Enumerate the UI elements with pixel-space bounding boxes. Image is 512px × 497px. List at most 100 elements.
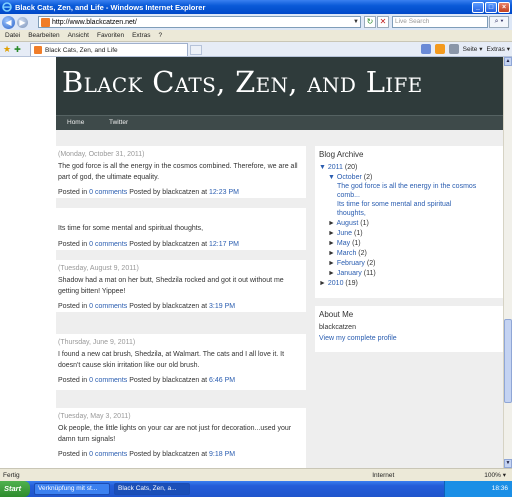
stop-button[interactable]: ✕ [377,16,389,28]
archive-month-october[interactable]: ▼ October (2) [319,173,499,183]
forward-button[interactable]: ▶ [17,16,28,28]
post-date: (Monday, October 31, 2011) [58,151,145,158]
posted-by-label: Posted by blackcatzen at [129,189,208,196]
menu-extras[interactable]: Extras [132,32,150,39]
archive-post-link[interactable]: The god force is all the energy in the c… [319,183,499,200]
address-field[interactable]: http://www.blackcatzen.net/ ▼ [38,16,361,28]
page-viewport: Black Cats, Zen, and Life Home Twitter (… [0,57,503,468]
maximize-button[interactable]: □ [485,1,497,13]
expand-arrow-icon[interactable]: ► [328,220,335,227]
expand-arrow-icon[interactable]: ► [328,260,335,267]
menu-ansicht[interactable]: Ansicht [68,32,89,39]
archive-month-february[interactable]: ► February (2) [319,259,499,269]
address-url[interactable]: http://www.blackcatzen.net/ [52,19,352,26]
archive-month-june[interactable]: ► June (1) [319,229,499,239]
start-button[interactable]: Start [0,481,30,497]
archive-year-link[interactable]: 2011 [328,164,343,171]
post-time-link[interactable]: 12:17 PM [209,241,239,248]
archive-year-2010[interactable]: ► 2010 (19) [319,279,499,289]
menu-help[interactable]: ? [159,32,163,39]
new-tab-button[interactable] [190,45,202,55]
comments-link[interactable]: 0 comments [89,189,127,196]
archive-year-2011[interactable]: ▼ 2011 (20) [319,163,499,173]
blog-title[interactable]: Black Cats, Zen, and Life [62,65,423,99]
expand-arrow-icon[interactable]: ► [328,230,335,237]
post-date: (Tuesday, May 3, 2011) [58,413,131,420]
post-time-link[interactable]: 6:46 PM [209,377,235,384]
post-time-link[interactable]: 9:18 PM [209,451,235,458]
blog-nav: Home Twitter [56,115,503,130]
taskbar-item-browser[interactable]: Black Cats, Zen, a... [114,483,190,495]
search-button[interactable]: ⌕ ▾ [489,16,509,28]
archive-month-link[interactable]: February [337,260,365,267]
archive-month-link[interactable]: May [337,240,350,247]
archive-month-link[interactable]: March [337,250,356,257]
zoom-level[interactable]: 100% ▾ [484,471,506,479]
minimize-button[interactable]: _ [472,1,484,13]
comments-link[interactable]: 0 comments [89,377,127,384]
system-clock: 18:36 [444,481,512,497]
archive-count: (2) [358,250,367,257]
expand-arrow-icon[interactable]: ▼ [319,164,326,171]
search-input[interactable]: Live Search [392,16,488,28]
posted-in-label: Posted in [58,240,88,248]
vertical-scrollbar[interactable]: ▲ ▼ [503,57,512,468]
expand-arrow-icon[interactable]: ► [328,270,335,277]
print-icon[interactable] [448,44,459,54]
rss-feed-icon[interactable] [434,44,445,54]
archive-month-january[interactable]: ► January (11) [319,269,499,279]
archive-month-march[interactable]: ► March (2) [319,249,499,259]
menu-favoriten[interactable]: Favoriten [97,32,124,39]
back-button[interactable]: ◀ [2,15,15,29]
chevron-down-icon[interactable]: ▼ [352,19,360,25]
tab-black-cats[interactable]: Black Cats, Zen, and Life [30,43,188,56]
view-profile-link[interactable]: View my complete profile [319,335,397,342]
expand-arrow-icon[interactable]: ► [328,240,335,247]
post-time-link[interactable]: 3:19 PM [209,303,235,310]
archive-count: (2) [363,174,373,181]
archive-month-may[interactable]: ► May (1) [319,239,499,249]
nav-twitter-link[interactable]: Twitter [109,119,128,126]
archive-post-link[interactable]: Its time for some mental and spiritual t… [319,201,499,218]
tools-menu[interactable]: Extras ▾ [487,45,511,53]
expand-arrow-icon[interactable]: ► [319,280,326,287]
scrollbar-thumb[interactable] [504,319,512,403]
post-body: The god force is all the energy in the c… [58,163,298,181]
expand-arrow-icon[interactable]: ▼ [328,174,335,181]
close-button[interactable]: × [498,1,510,13]
blog-header: Black Cats, Zen, and Life [56,57,503,115]
scroll-up-arrow-icon[interactable]: ▲ [504,57,512,66]
home-icon[interactable] [420,44,431,54]
archive-month-link[interactable]: August [337,220,359,227]
page-menu[interactable]: Seite ▾ [463,45,483,53]
comments-link[interactable]: 0 comments [89,241,127,248]
taskbar-item-shortcut[interactable]: Verknüpfung mit st... [34,483,110,495]
comments-link[interactable]: 0 comments [89,303,127,310]
scroll-down-arrow-icon[interactable]: ▼ [504,459,512,468]
window-title: Black Cats, Zen, and Life - Windows Inte… [15,2,206,12]
archive-month-august[interactable]: ► August (1) [319,219,499,229]
favorites-star-icon[interactable]: ★ [3,44,11,55]
author-name: blackcatzen [319,324,356,331]
archive-month-link[interactable]: October [337,174,362,181]
posted-in-label: Posted in [58,377,88,384]
post: (Tuesday, May 3, 2011) Ok people, the li… [56,408,306,468]
archive-count: (20) [344,164,358,171]
about-me-widget: About Me blackcatzen View my complete pr… [315,306,503,352]
menu-bearbeiten[interactable]: Bearbeiten [28,32,59,39]
post-time-link[interactable]: 12:23 PM [209,189,239,196]
add-favorite-icon[interactable]: ✚ [14,45,21,54]
site-favicon-icon [41,17,50,27]
comments-link[interactable]: 0 comments [89,451,127,458]
archive-month-link[interactable]: January [337,270,362,277]
nav-home-link[interactable]: Home [67,119,84,126]
command-bar: Seite ▾ Extras ▾ [420,44,511,54]
menu-datei[interactable]: Datei [5,32,20,39]
refresh-button[interactable]: ↻ [364,16,376,28]
expand-arrow-icon[interactable]: ► [328,250,335,257]
archive-year-link[interactable]: 2010 [328,280,344,287]
blog-archive-widget: Blog Archive ▼ 2011 (20) ▼ October (2) T… [315,146,503,298]
posted-by-label: Posted by blackcatzen at [129,303,208,310]
archive-count: (1) [360,220,369,227]
archive-month-link[interactable]: June [337,230,352,237]
